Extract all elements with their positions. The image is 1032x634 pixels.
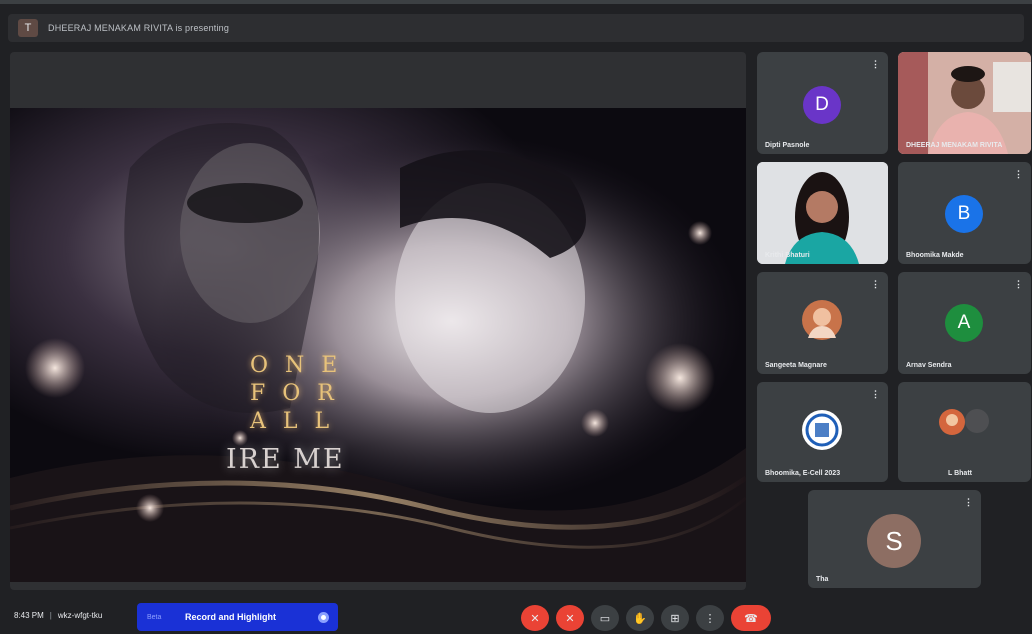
participant-tile[interactable]: Krithi Bhaturi	[757, 162, 888, 264]
movie-poster-image	[10, 108, 746, 582]
more-options-button[interactable]: ⋮	[696, 605, 724, 631]
avatar: D	[803, 86, 841, 124]
end-call-icon: ☎	[744, 612, 758, 625]
participant-video	[757, 162, 888, 264]
mic-muted-icon: ⋮	[871, 279, 880, 289]
participant-name: DHEERAJ MENAKAM RIVITA	[906, 142, 1003, 149]
avatar-secondary	[965, 409, 989, 433]
avatar: B	[945, 195, 983, 233]
participant-name: Krithi Bhaturi	[765, 252, 810, 259]
participant-name: Arnav Sendra	[906, 362, 952, 369]
present-button[interactable]: ⊞	[661, 605, 689, 631]
participant-tile[interactable]: ⋮ B Bhoomika Makde	[898, 162, 1031, 264]
participant-video	[898, 52, 1031, 154]
participant-name: Dipti Pasnole	[765, 142, 810, 149]
mic-off-icon: ✕	[530, 612, 540, 625]
beta-badge: Beta	[147, 613, 162, 621]
shared-screen-stage[interactable]: ONE FOR ALL IRE ME	[10, 52, 746, 590]
mic-muted-icon: ⋮	[871, 389, 880, 399]
avatar: A	[945, 304, 983, 342]
mic-off-button[interactable]: ✕	[521, 605, 549, 631]
participant-tile[interactable]: DHEERAJ MENAKAM RIVITA	[898, 52, 1031, 154]
poster-tagline: ONE FOR ALL	[250, 352, 354, 436]
avatar	[939, 409, 965, 435]
participant-name: L Bhatt	[948, 470, 972, 477]
participant-tile[interactable]: ⋮ Bhoomika, E-Cell 2023	[757, 382, 888, 482]
participant-tile[interactable]: ⋮ Sangeeta Magnare	[757, 272, 888, 374]
end-call-button[interactable]: ☎	[731, 605, 771, 631]
poster-line-1: ONE	[250, 353, 355, 378]
presenting-bar: T DHEERAJ MENAKAM RIVITA is presenting	[8, 14, 1024, 42]
captions-icon: ▭	[599, 612, 611, 625]
participant-name: Tha	[816, 576, 829, 583]
mic-muted-icon: ⋮	[871, 59, 880, 69]
mic-muted-icon: ⋮	[1014, 169, 1023, 179]
mic-muted-icon: ⋮	[1014, 279, 1023, 289]
record-dot-icon	[318, 611, 329, 623]
poster-line-3: ALL	[250, 409, 347, 434]
camera-off-icon: ✕	[565, 612, 575, 625]
shared-screen-content: ONE FOR ALL IRE ME	[10, 108, 746, 582]
more-options-icon: ⋮	[704, 612, 716, 625]
captions-button[interactable]: ▭	[591, 605, 619, 631]
participant-name: Bhoomika Makde	[906, 252, 964, 259]
avatar	[802, 300, 842, 340]
top-divider	[0, 0, 1032, 4]
raise-hand-icon: ✋	[633, 612, 647, 625]
mic-muted-icon: ⋮	[964, 497, 973, 507]
record-and-highlight-button[interactable]: Beta Record and Highlight	[137, 603, 338, 631]
poster-line-2: FOR	[250, 381, 351, 406]
ecell-logo-avatar	[802, 410, 842, 450]
meeting-info: 8:43 PM | wkz-wfgt-tku	[14, 611, 103, 620]
participant-tile[interactable]: L Bhatt	[898, 382, 1031, 482]
camera-off-button[interactable]: ✕	[556, 605, 584, 631]
record-label: Record and Highlight	[185, 612, 276, 622]
poster-title: IRE ME	[226, 444, 345, 475]
presenter-avatar: T	[18, 19, 38, 37]
meet-window: T DHEERAJ MENAKAM RIVITA is presenting O…	[0, 0, 1032, 634]
present-icon: ⊞	[670, 612, 680, 625]
current-time: 8:43 PM	[14, 611, 44, 620]
participant-tile[interactable]: ⋮ S Tha	[808, 490, 981, 588]
raise-hand-button[interactable]: ✋	[626, 605, 654, 631]
meeting-code: wkz-wfgt-tku	[57, 611, 103, 620]
participant-tile[interactable]: ⋮ D Dipti Pasnole	[757, 52, 888, 154]
participant-tile[interactable]: ⋮ A Arnav Sendra	[898, 272, 1031, 374]
presenting-label: DHEERAJ MENAKAM RIVITA is presenting	[48, 23, 230, 33]
avatar: S	[867, 514, 921, 568]
participant-name: Sangeeta Magnare	[765, 362, 827, 369]
participant-name: Bhoomika, E-Cell 2023	[765, 470, 841, 477]
